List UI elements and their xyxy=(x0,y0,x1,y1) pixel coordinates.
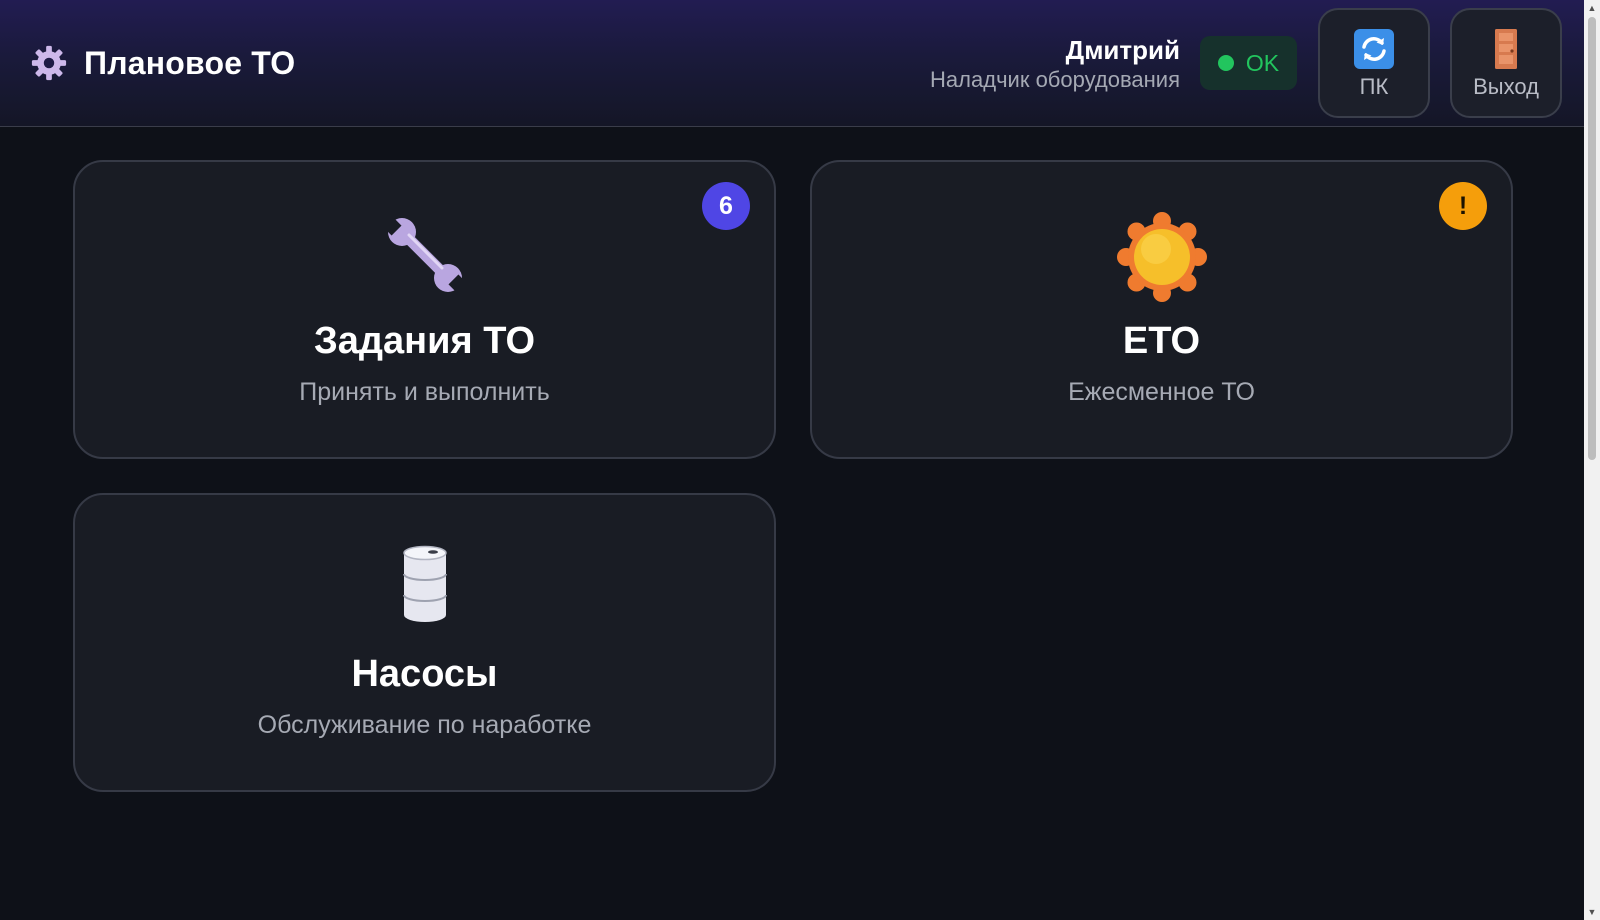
app-header: Плановое ТО Дмитрий Наладчик оборудовани… xyxy=(0,0,1584,127)
sync-icon xyxy=(1354,29,1394,69)
connection-status-badge: OK xyxy=(1200,36,1297,90)
card-shift-maintenance[interactable]: ЕТО Ежесменное ТО ! xyxy=(810,160,1513,459)
alert-badge: ! xyxy=(1439,182,1487,230)
card-title: Задания ТО xyxy=(313,320,536,362)
card-subtitle: Обслуживание по наработке xyxy=(257,711,592,739)
brand: Плановое ТО xyxy=(30,44,295,82)
card-title: ЕТО xyxy=(1122,320,1201,362)
wrench-icon xyxy=(384,218,465,292)
sync-button[interactable]: ПК xyxy=(1318,8,1430,118)
barrel-icon xyxy=(402,545,447,622)
card-maintenance-tasks[interactable]: Задания ТО Принять и выполнить 6 xyxy=(73,160,776,459)
sun-icon xyxy=(1116,212,1207,302)
door-icon xyxy=(1495,29,1517,69)
card-title: Насосы xyxy=(351,653,498,695)
task-count-badge: 6 xyxy=(702,182,750,230)
logout-button[interactable]: Выход xyxy=(1450,8,1562,118)
scrollbar-thumb[interactable] xyxy=(1588,17,1596,460)
vertical-scrollbar[interactable]: ▲ ▼ xyxy=(1584,0,1600,920)
gear-icon xyxy=(31,45,67,81)
card-subtitle: Принять и выполнить xyxy=(299,378,550,406)
sync-button-label: ПК xyxy=(1359,74,1389,99)
card-pumps[interactable]: Насосы Обслуживание по наработке xyxy=(73,493,776,792)
status-text: OK xyxy=(1245,49,1280,76)
user-info: Дмитрий Наладчик оборудования xyxy=(930,34,1180,94)
page-title: Плановое ТО xyxy=(84,44,296,81)
logout-button-label: Выход xyxy=(1473,74,1539,99)
scroll-up-arrow-icon[interactable]: ▲ xyxy=(1584,0,1600,16)
user-name: Дмитрий xyxy=(1065,35,1180,65)
status-dot-icon xyxy=(1217,55,1234,71)
scroll-down-arrow-icon[interactable]: ▼ xyxy=(1584,904,1600,920)
user-role: Наладчик оборудования xyxy=(930,67,1180,92)
card-subtitle: Ежесменное ТО xyxy=(1068,378,1255,406)
